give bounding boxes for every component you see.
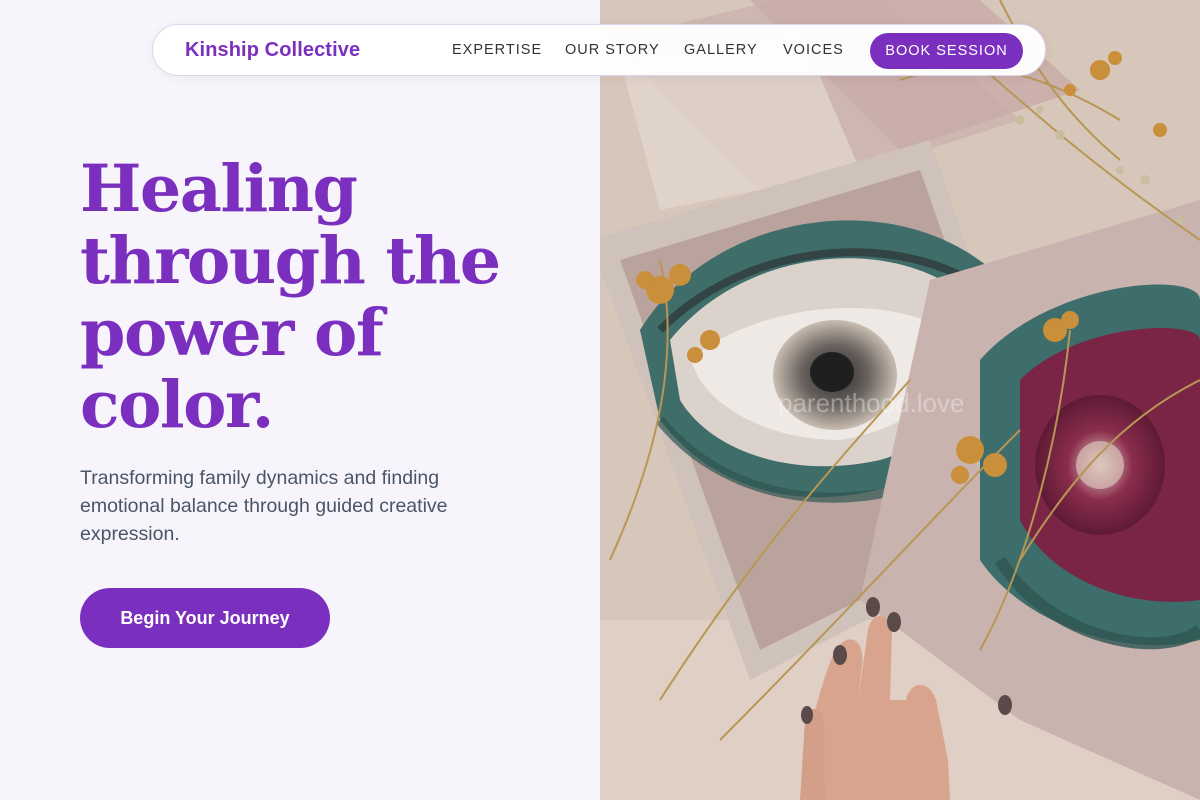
headline-line: color. [80,367,274,443]
nav-link-voices[interactable]: VOICES [783,42,844,58]
nav-link-expertise[interactable]: EXPERTISE [452,42,542,58]
headline-line: Healing [80,151,358,227]
hero-image: parenthood.love [600,0,1200,800]
begin-journey-button[interactable]: Begin Your Journey [80,588,330,648]
image-watermark: parenthood.love [778,388,964,418]
pastel-eyes-artwork: parenthood.love [600,0,1200,800]
top-nav: Kinship Collective EXPERTISE OUR STORY G… [152,24,1046,76]
nav-link-gallery[interactable]: GALLERY [684,42,758,58]
hero-headline: Healing through the power of color. [80,153,580,441]
nav-link-our-story[interactable]: OUR STORY [565,42,660,58]
hero-subtext: Transforming family dynamics and finding… [80,467,448,545]
headline-line: power of [80,295,384,371]
book-session-button[interactable]: BOOK SESSION [870,33,1023,69]
headline-line: through the [80,223,501,299]
brand-logo[interactable]: Kinship Collective [185,39,360,62]
